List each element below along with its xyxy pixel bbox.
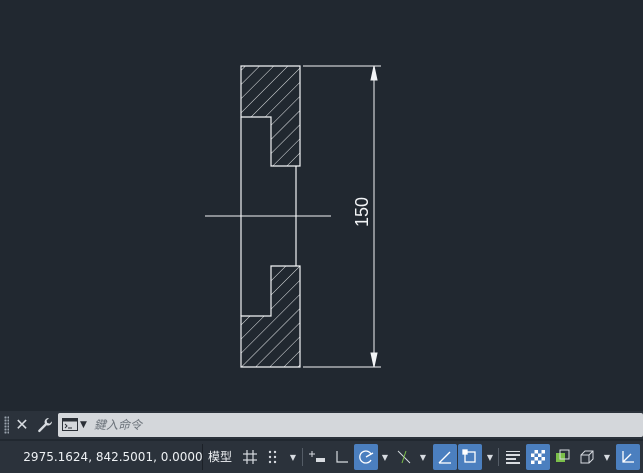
model-space-button[interactable]: 模型	[205, 444, 235, 470]
chevron-down-icon[interactable]: ▼	[379, 444, 391, 470]
coordinates-readout[interactable]: 2975.1624, 842.5001, 0.0000	[22, 444, 204, 470]
upper-hatched-section	[240, 65, 301, 167]
lineweight-icon	[506, 451, 520, 464]
ortho-mode-button[interactable]	[330, 444, 354, 470]
command-input-box[interactable]: ▼	[58, 413, 643, 437]
chevron-down-icon[interactable]: ▼	[484, 444, 496, 470]
divider	[498, 448, 499, 466]
cube-icon	[580, 450, 594, 464]
dynamic-ucs-button[interactable]	[616, 444, 640, 470]
transparency-button[interactable]	[526, 444, 550, 470]
polar-icon	[359, 450, 374, 464]
dynamic-input-button[interactable]	[306, 444, 330, 470]
chevron-down-icon[interactable]: ▼	[601, 444, 613, 470]
selection-cycling-button[interactable]	[551, 444, 575, 470]
grid-icon	[243, 450, 257, 464]
lineweight-button[interactable]	[501, 444, 525, 470]
divider	[302, 448, 303, 466]
3d-object-snap-button[interactable]	[575, 444, 599, 470]
object-snap-button[interactable]	[458, 444, 482, 470]
command-line-bar: ✕ ▼	[0, 411, 643, 439]
ucs-icon	[622, 451, 634, 463]
close-icon[interactable]: ✕	[14, 415, 30, 435]
transparency-icon	[531, 450, 545, 464]
chevron-down-icon[interactable]: ▼	[287, 444, 299, 470]
divider	[202, 444, 203, 470]
ortho-icon	[336, 451, 348, 463]
drawing-canvas[interactable]: 150	[0, 0, 643, 410]
grid-display-button[interactable]	[238, 444, 262, 470]
angle-icon	[438, 451, 451, 464]
status-bar: 2975.1624, 842.5001, 0.0000 模型 ▼ ▼ ▼ ▼ ▼	[0, 441, 643, 473]
lower-hatched-section	[240, 265, 301, 368]
object-snap-icon	[462, 449, 476, 463]
dimension-text: 150	[352, 197, 372, 227]
snap-mode-button[interactable]	[262, 444, 286, 470]
snap-tracking-icon	[397, 450, 411, 464]
drag-grip-icon[interactable]	[4, 416, 9, 434]
dynamic-input-icon	[309, 451, 325, 462]
object-snap-tracking-button[interactable]	[392, 444, 416, 470]
polar-tracking-button[interactable]	[354, 444, 378, 470]
command-input[interactable]	[94, 413, 634, 437]
chevron-down-icon[interactable]: ▼	[80, 417, 87, 433]
command-prompt-icon[interactable]	[62, 418, 78, 431]
isometric-drafting-button[interactable]	[433, 444, 457, 470]
selection-cycling-icon	[556, 449, 570, 462]
wrench-icon[interactable]	[36, 416, 54, 434]
chevron-down-icon[interactable]: ▼	[417, 444, 429, 470]
snap-dots-icon	[268, 450, 277, 464]
